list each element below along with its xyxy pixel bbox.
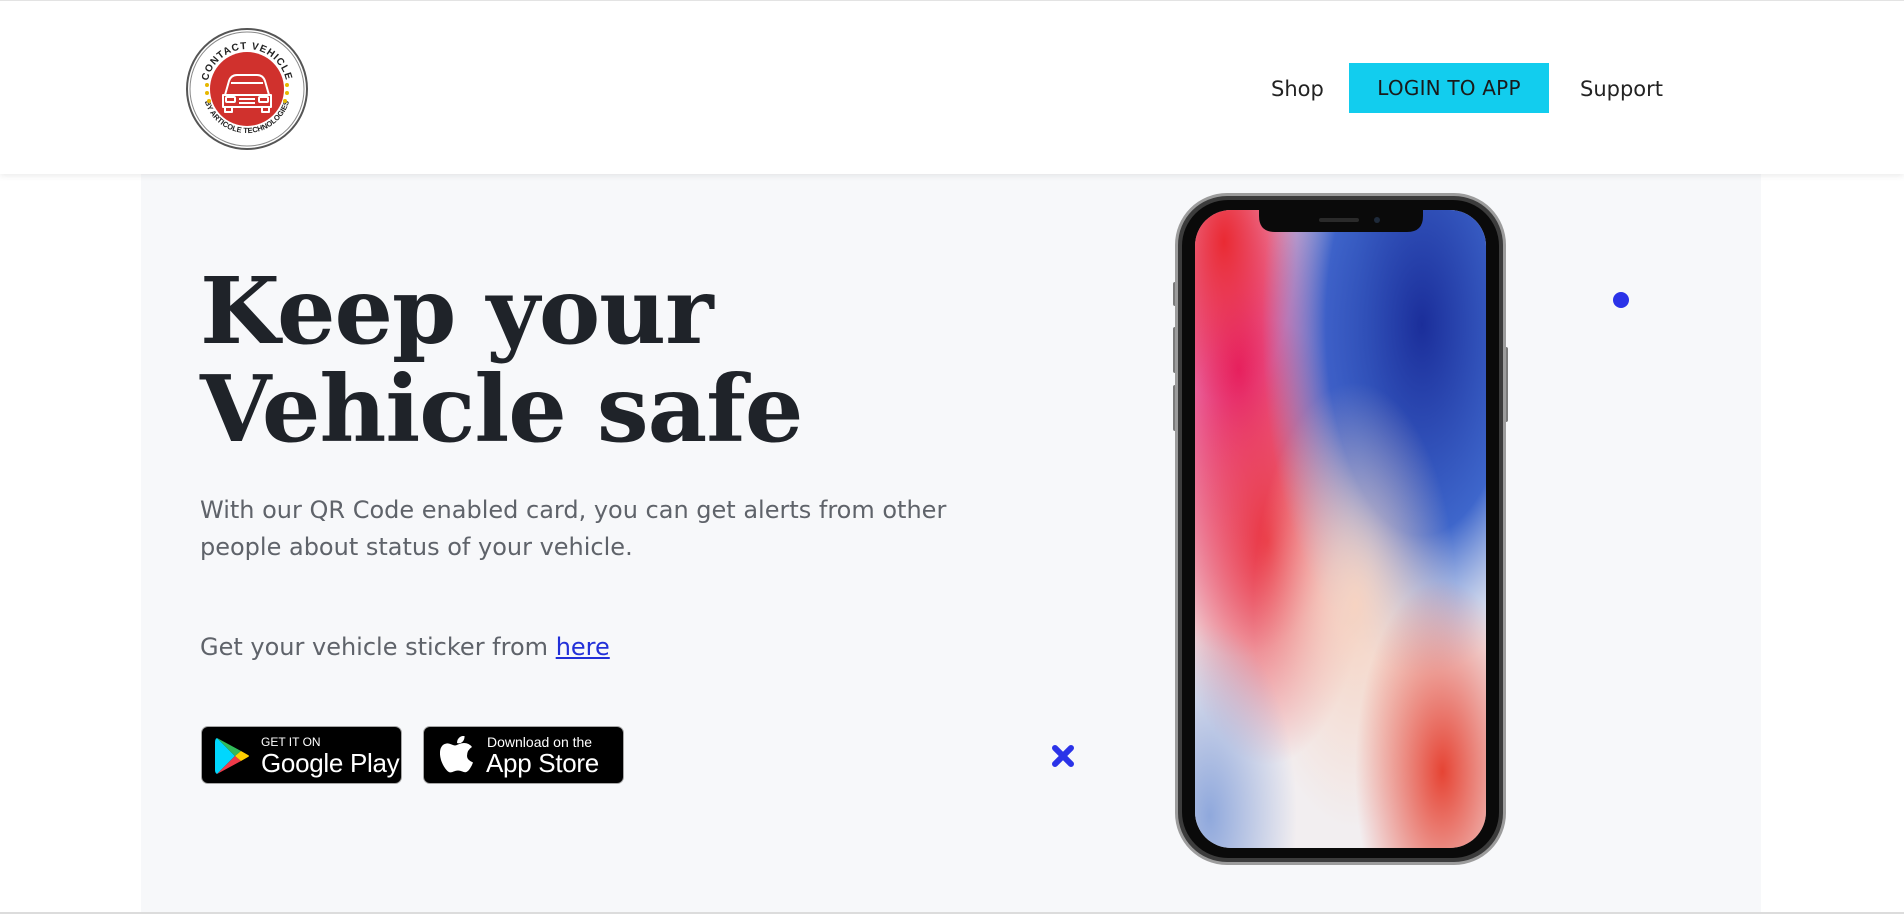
- sticker-prefix: Get your vehicle sticker from: [200, 633, 549, 661]
- nav-support-link[interactable]: Support: [1580, 77, 1663, 101]
- hero-headline: Keep your Vehicle safe: [200, 262, 900, 458]
- phone-mockup-image: [1173, 193, 1508, 865]
- apple-badge-big-text: App Store: [486, 748, 599, 778]
- headline-line-1: Keep your: [200, 257, 714, 365]
- site-header: CONTACT VEHICLE BY ARTICOLE TECHNOLOGIES…: [0, 0, 1904, 174]
- google-play-badge[interactable]: GET IT ON Google Play: [201, 726, 402, 784]
- google-badge-big-text: Google Play: [261, 748, 400, 778]
- apple-icon: [440, 736, 473, 773]
- login-to-app-button[interactable]: LOGIN TO APP: [1349, 63, 1549, 113]
- cross-decoration-icon: [1052, 745, 1074, 767]
- apple-badge-small-text: Download on the: [487, 734, 593, 750]
- google-play-icon: [215, 738, 249, 774]
- hero-description: With our QR Code enabled card, you can g…: [200, 496, 947, 561]
- contact-vehicle-logo-icon[interactable]: CONTACT VEHICLE BY ARTICOLE TECHNOLOGIES: [185, 27, 309, 151]
- sticker-here-link[interactable]: here: [556, 633, 610, 661]
- app-store-badge[interactable]: Download on the App Store: [423, 726, 624, 784]
- sticker-text: Get your vehicle sticker from here: [200, 629, 610, 665]
- dot-decoration-icon: [1613, 292, 1629, 308]
- google-badge-small-text: GET IT ON: [261, 735, 321, 749]
- headline-line-2: Vehicle safe: [200, 355, 803, 463]
- nav-shop-link[interactable]: Shop: [1271, 77, 1324, 101]
